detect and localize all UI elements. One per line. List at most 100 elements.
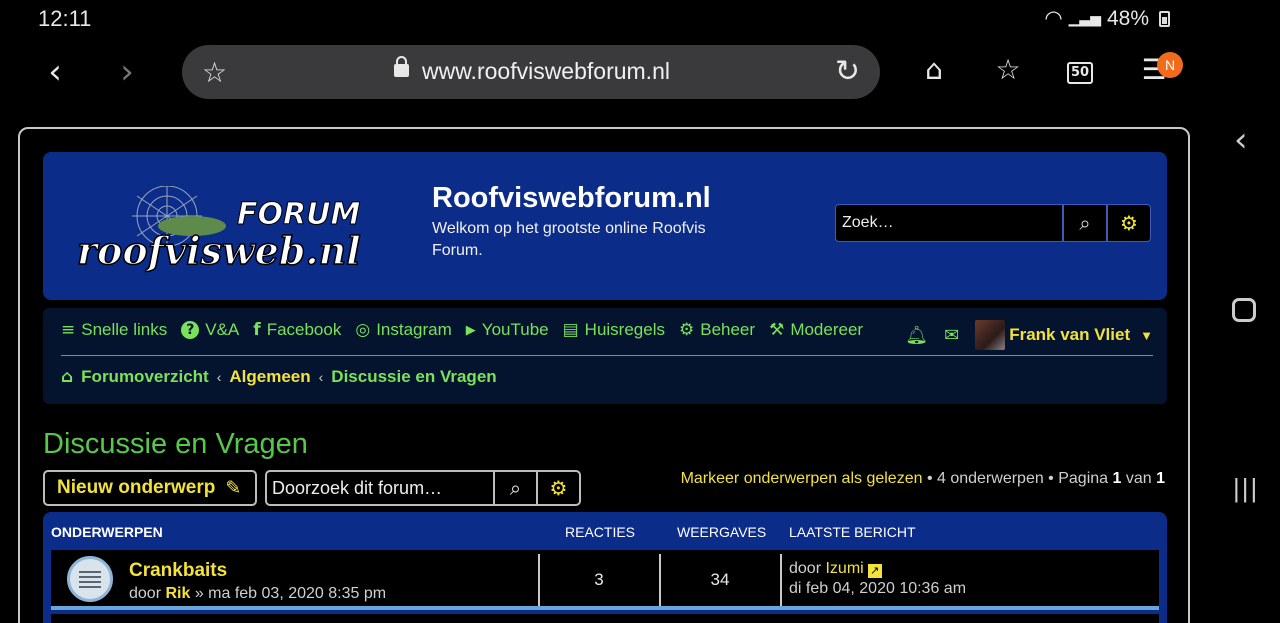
inbox-icon[interactable]: ✉ xyxy=(944,325,959,346)
nav-label: Facebook xyxy=(266,320,342,339)
nav-snelle-links[interactable]: ≡ Snelle links xyxy=(61,320,167,340)
pencil-icon: ✎ xyxy=(225,477,242,499)
topic-count: • 4 onderwerpen • Pagina xyxy=(922,470,1113,487)
table-row[interactable]: Crankbaits door Rik » ma feb 03, 2020 8:… xyxy=(51,550,1159,610)
nav-beheer[interactable]: ⚙ Beheer xyxy=(679,320,755,340)
nav-bar: ≡ Snelle links ? V&A f Facebook ◎ Instagram … xyxy=(43,308,1167,404)
topics-table: ONDERWERPEN REACTIES WEERGAVES LAATSTE B… xyxy=(43,512,1167,623)
breadcrumb-separator: ‹ xyxy=(318,369,324,385)
web-page: FORUM roofvisweb.nl Roofviswebforum.nl W… xyxy=(18,127,1190,623)
nav-facebook[interactable]: f Facebook xyxy=(253,320,341,340)
browser-toolbar: ‹ › ☆ www.roofviswebforum.nl ↻ ⌂ ☆ 50 ☰ xyxy=(0,38,1208,108)
youtube-icon: ▶ xyxy=(465,322,476,338)
header-views: WEERGAVES xyxy=(677,524,767,540)
nav-youtube[interactable]: ▶ YouTube xyxy=(466,320,549,340)
topic-meta: door Rik » ma feb 03, 2020 8:35 pm xyxy=(129,585,386,603)
home-icon[interactable]: ⌂ xyxy=(61,367,73,387)
breadcrumb-current[interactable]: Discussie en Vragen xyxy=(331,367,496,387)
back-icon[interactable]: ‹ xyxy=(40,52,70,92)
search-icon[interactable]: ⌕ xyxy=(493,472,536,504)
caret-down-icon: ▼ xyxy=(1140,327,1153,343)
topic-by: door xyxy=(129,585,166,602)
site-title[interactable]: Roofviswebforum.nl xyxy=(432,182,711,215)
user-menu[interactable]: Frank van Vliet ▼ xyxy=(975,320,1153,350)
breadcrumb-home[interactable]: Forumoverzicht xyxy=(81,367,209,387)
table-row[interactable] xyxy=(51,614,1159,623)
header-replies: REACTIES xyxy=(565,524,636,540)
nav-label: Huisregels xyxy=(584,320,665,339)
column-divider xyxy=(780,554,782,606)
bookmark-star-icon[interactable]: ☆ xyxy=(202,56,227,89)
new-topic-button[interactable]: Nieuw onderwerp ✎ xyxy=(43,470,257,506)
site-logo[interactable]: FORUM roofvisweb.nl xyxy=(77,186,407,276)
topic-read-icon xyxy=(67,556,113,602)
nav-faq[interactable]: ? V&A xyxy=(181,320,239,340)
breadcrumb-separator: ‹ xyxy=(216,369,222,385)
topic-date: » ma feb 03, 2020 8:35 pm xyxy=(190,585,387,602)
signal-icon: ▁▃▅ xyxy=(1068,10,1101,26)
system-back-icon[interactable]: ‹ xyxy=(1234,120,1248,160)
nav-modereer[interactable]: ⚒ Modereer xyxy=(769,320,863,340)
system-home-icon[interactable] xyxy=(1232,298,1256,322)
status-bar: 12:11 ◠ ▁▃▅ 48% xyxy=(0,0,1208,38)
mark-read-link[interactable]: Markeer onderwerpen als gelezen xyxy=(681,470,923,487)
nav-huisregels[interactable]: ▤ Huisregels xyxy=(563,320,665,340)
address-bar[interactable]: ☆ www.roofviswebforum.nl ↻ xyxy=(182,45,880,99)
quick-links-row: ≡ Snelle links ? V&A f Facebook ◎ Instagram … xyxy=(61,320,877,340)
search-icon[interactable]: ⌕ xyxy=(1062,205,1106,241)
goto-last-post-icon[interactable]: ↗ xyxy=(867,564,882,578)
topic-author[interactable]: Rik xyxy=(165,585,190,602)
instagram-icon: ◎ xyxy=(355,320,371,340)
last-post-user[interactable]: Izumi xyxy=(825,560,863,577)
advanced-search-gear-icon[interactable]: ⚙ xyxy=(536,472,579,504)
bookmarks-icon[interactable]: ☆ xyxy=(988,50,1028,90)
pagination-info: Markeer onderwerpen als gelezen • 4 onde… xyxy=(681,470,1165,488)
facebook-icon: f xyxy=(253,320,261,340)
system-recents-icon[interactable]: ||| xyxy=(1233,473,1259,504)
battery-icon xyxy=(1159,10,1170,27)
forum-title[interactable]: Discussie en Vragen xyxy=(43,428,308,461)
header-search-input[interactable]: Zoek… xyxy=(836,205,1062,241)
last-post-by: door xyxy=(789,560,826,577)
forward-icon[interactable]: › xyxy=(112,52,142,92)
avatar xyxy=(975,320,1006,350)
system-nav: ‹ ||| xyxy=(1208,0,1280,623)
username: Frank van Vliet xyxy=(1009,325,1131,344)
home-icon[interactable]: ⌂ xyxy=(914,50,954,90)
site-header: FORUM roofvisweb.nl Roofviswebforum.nl W… xyxy=(43,152,1167,300)
question-circle-icon: ? xyxy=(181,321,200,339)
bell-icon[interactable]: 🔔︎ xyxy=(905,325,928,346)
forum-search-input[interactable]: Doorzoek dit forum… xyxy=(267,472,493,504)
last-post: door Izumi ↗ di feb 04, 2020 10:36 am xyxy=(789,559,966,599)
battery-percent: 48% xyxy=(1106,6,1149,30)
nav-label: Beheer xyxy=(700,320,756,339)
user-area: 🔔︎ ✉ Frank van Vliet ▼ xyxy=(905,320,1153,350)
nav-instagram[interactable]: ◎ Instagram xyxy=(355,320,451,340)
logo-forum-text: FORUM xyxy=(237,197,360,232)
status-time: 12:11 xyxy=(38,6,92,31)
tabs-icon[interactable]: 50 xyxy=(1067,62,1093,84)
header-search: Zoek… ⌕ ⚙ xyxy=(835,204,1151,242)
logo-site-text: roofvisweb.nl xyxy=(77,228,361,273)
nav-label: Modereer xyxy=(790,320,864,339)
view-count: 34 xyxy=(710,570,730,589)
lock-icon xyxy=(394,56,409,77)
url-text[interactable]: www.roofviswebforum.nl xyxy=(422,58,670,85)
menu-bars-icon: ≡ xyxy=(61,320,76,340)
status-indicators: ◠ ▁▃▅ 48% xyxy=(1044,6,1170,31)
gears-icon: ⚙ xyxy=(678,320,695,340)
advanced-search-gear-icon[interactable]: ⚙ xyxy=(1106,205,1150,241)
book-icon: ▤ xyxy=(562,320,579,340)
total-pages: 1 xyxy=(1156,470,1165,487)
nav-label: V&A xyxy=(205,320,240,339)
reload-icon[interactable]: ↻ xyxy=(835,54,860,89)
nav-label: Snelle links xyxy=(81,320,168,339)
last-post-date: di feb 04, 2020 10:36 am xyxy=(789,580,967,597)
breadcrumb: ⌂ Forumoverzicht ‹ Algemeen ‹ Discussie … xyxy=(61,367,497,387)
topic-title[interactable]: Crankbaits xyxy=(129,560,227,582)
nav-divider xyxy=(61,355,1153,356)
header-topics: ONDERWERPEN xyxy=(51,524,163,540)
breadcrumb-algemeen[interactable]: Algemeen xyxy=(229,367,310,387)
menu-badge: N xyxy=(1157,52,1183,78)
nav-label: Instagram xyxy=(376,320,452,339)
